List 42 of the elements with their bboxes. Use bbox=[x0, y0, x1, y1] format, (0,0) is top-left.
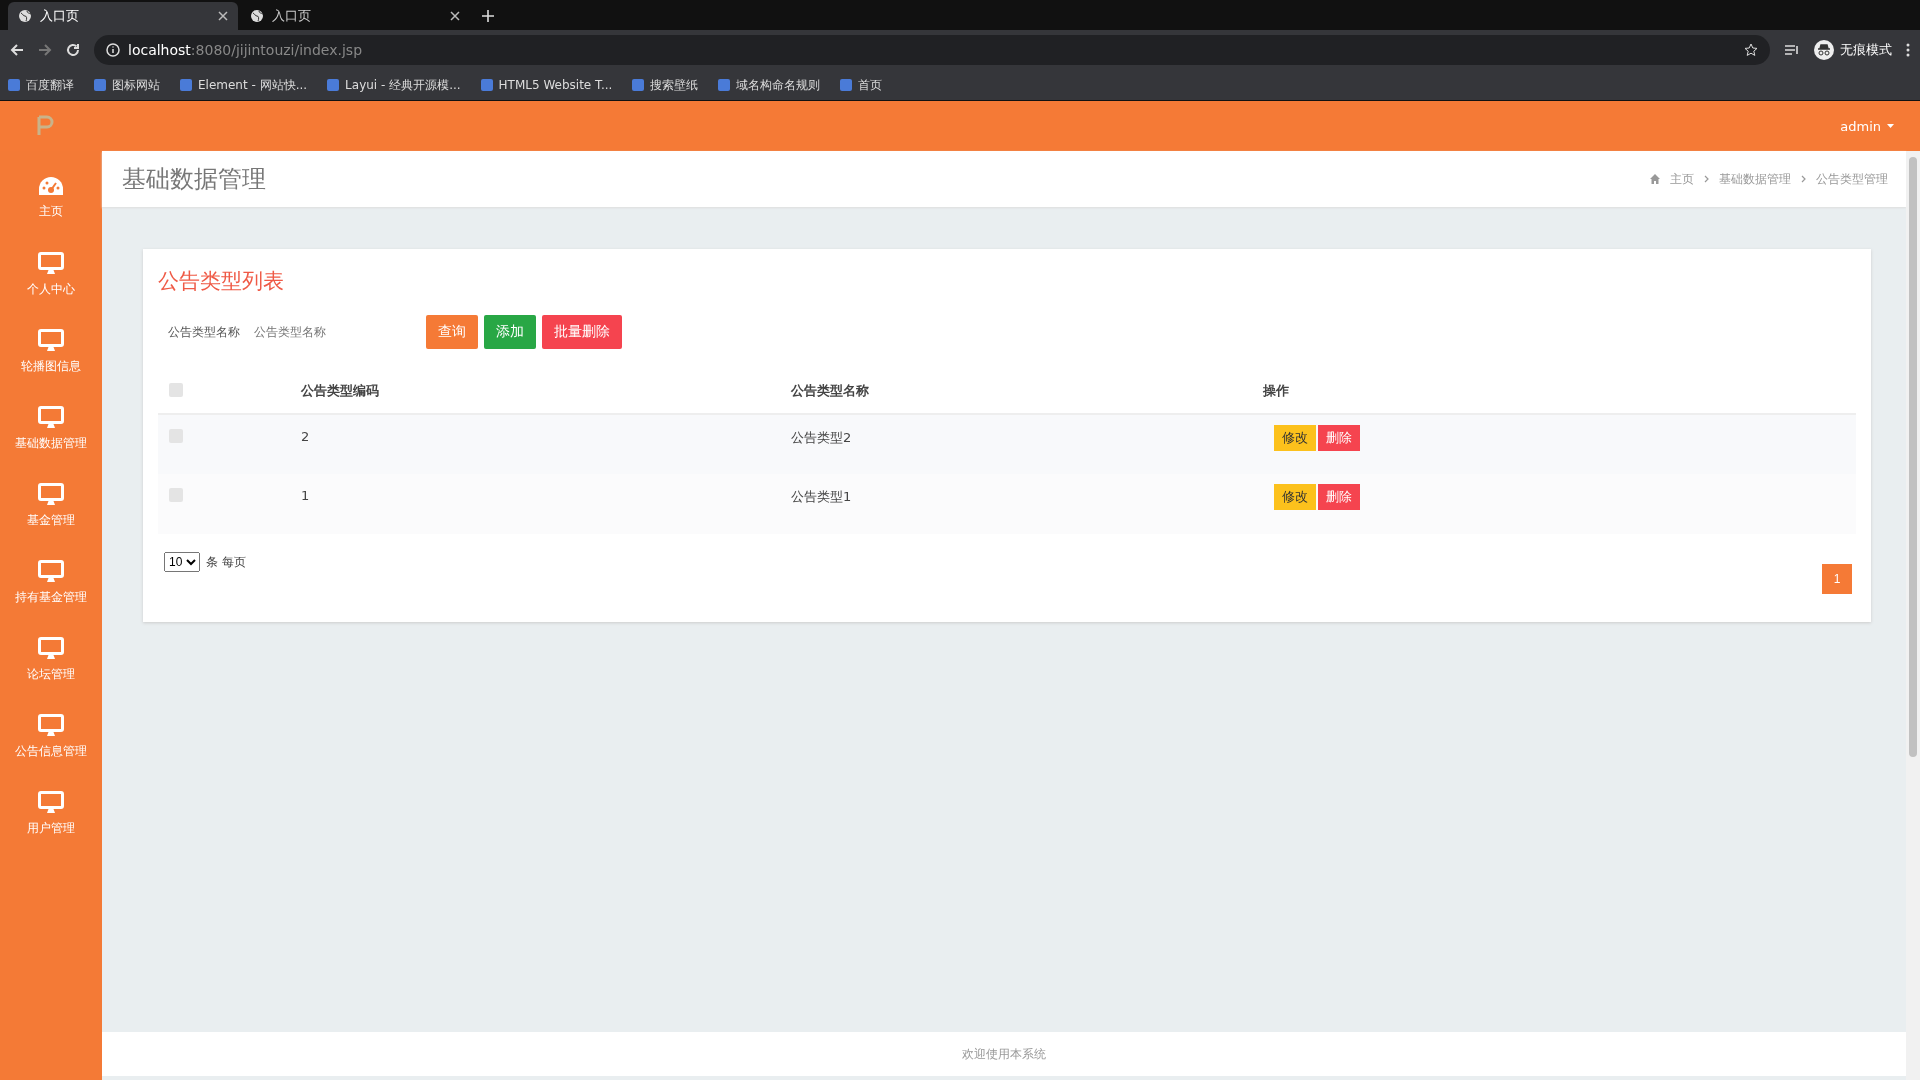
bookmark-link[interactable]: Element - 网站快... bbox=[198, 76, 308, 94]
profile-label: 无痕模式 bbox=[1840, 41, 1892, 59]
footer-text: 欢迎使用本系统 bbox=[962, 1045, 1046, 1063]
sidebar-item[interactable]: 主页 bbox=[0, 159, 102, 236]
bookmark-link[interactable]: 百度翻译 bbox=[26, 76, 74, 94]
user-menu[interactable]: admin bbox=[1840, 118, 1881, 134]
table-cell: 1 bbox=[300, 474, 790, 534]
bookmark-link[interactable]: 搜索壁纸 bbox=[650, 76, 699, 94]
bookmark-link[interactable]: HTML5 Website T... bbox=[498, 78, 613, 92]
sidebar-item[interactable]: 论坛管理 bbox=[0, 621, 102, 698]
search-label: 公告类型名称 bbox=[168, 323, 240, 341]
sidebar-item[interactable]: 公告信息管理 bbox=[0, 698, 102, 775]
delete-button[interactable]: 批量删除 bbox=[542, 315, 622, 349]
sidebar-item[interactable]: 用户管理 bbox=[0, 775, 102, 852]
address-bar[interactable]: localhost:8080/jijintouzi/index.jsp bbox=[94, 35, 1770, 65]
table-cell: 公告类型2 bbox=[790, 414, 1262, 474]
breadcrumb-link[interactable]: 基础数据管理 bbox=[1719, 170, 1791, 188]
bookmark-link[interactable]: 图标网站 bbox=[112, 76, 160, 94]
delete-button[interactable]: 删除 bbox=[1318, 425, 1360, 451]
sidebar-item[interactable]: 持有基金管理 bbox=[0, 544, 102, 621]
page-size-label: 条 每页 bbox=[206, 553, 246, 571]
sidebar-item[interactable]: 基金管理 bbox=[0, 467, 102, 544]
browser-tab[interactable]: 入口页 bbox=[240, 2, 470, 30]
bookmark-link[interactable]: 域名构命名规则 bbox=[736, 76, 821, 94]
sidebar-item[interactable]: 基础数据管理 bbox=[0, 390, 102, 467]
delete-button[interactable]: 删除 bbox=[1318, 484, 1360, 510]
breadcrumb-link[interactable]: 主页 bbox=[1670, 170, 1694, 188]
sidebar-item[interactable]: 轮播图信息 bbox=[0, 313, 102, 390]
page-button[interactable]: 1 bbox=[1822, 564, 1852, 594]
browser-tab[interactable]: 入口页 bbox=[8, 2, 238, 30]
edit-button[interactable]: 修改 bbox=[1274, 484, 1316, 510]
edit-button[interactable]: 修改 bbox=[1274, 425, 1316, 451]
bookmark-link[interactable]: 首页 bbox=[858, 76, 883, 94]
add-button[interactable]: 添加 bbox=[484, 315, 536, 349]
table-cell: 2 bbox=[300, 414, 790, 474]
search-button[interactable]: 查询 bbox=[426, 315, 478, 349]
card-title: 公告类型列表 bbox=[158, 268, 285, 295]
table-cell: 公告类型1 bbox=[790, 474, 1262, 534]
bookmark-link[interactable]: Layui - 经典开源模... bbox=[345, 76, 461, 94]
page-size-select[interactable]: 10 bbox=[164, 552, 200, 572]
page-title: 基础数据管理 bbox=[122, 164, 266, 195]
sidebar-item[interactable]: 个人中心 bbox=[0, 236, 102, 313]
